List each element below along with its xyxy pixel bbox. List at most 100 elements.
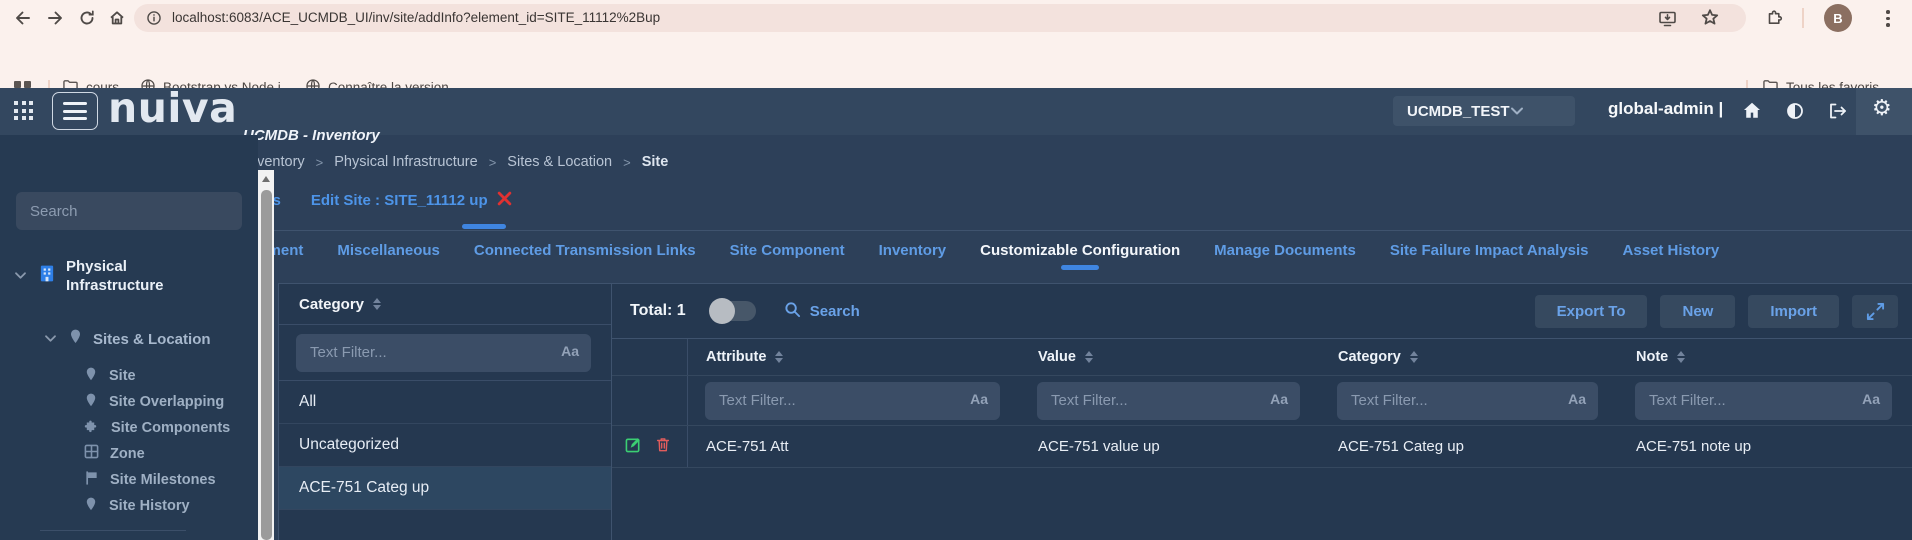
scrollbar-up-arrow[interactable] [258,170,274,187]
screen: localhost:6083/ACE_UCMDB_UI/inv/site/add… [0,0,1912,540]
category-item-ace751[interactable]: ACE-751 Categ up [279,467,611,510]
logout-icon[interactable] [1828,102,1847,125]
tab-manage-documents[interactable]: Manage Documents [1214,242,1356,259]
case-sensitive-toggle[interactable]: Aa [1862,391,1880,407]
edit-icon[interactable] [625,436,642,457]
category-filter-input[interactable] [296,334,591,372]
row-actions [612,426,688,467]
breadcrumb-sites-location[interactable]: Sites & Location [507,154,612,170]
sidebar-item-site[interactable]: Site [84,363,136,389]
category-column-filter-input[interactable] [1337,382,1598,420]
delete-icon[interactable] [655,436,671,457]
sidebar-item-site-overlapping[interactable]: Site Overlapping [84,389,224,415]
breadcrumb-separator: > [623,155,631,170]
settings-strip: ⚙ [1856,88,1912,135]
environment-selector[interactable]: UCMDB_TEST [1393,96,1575,126]
sidebar-item-site-history[interactable]: Site History [84,493,190,519]
reload-icon[interactable] [78,9,96,27]
column-label: Category [1338,349,1401,365]
scrollbar-thumb[interactable] [261,190,272,540]
sort-icon[interactable] [1085,351,1093,363]
sidebar-search-input[interactable] [16,192,242,230]
tab-customizable-configuration[interactable]: Customizable Configuration [980,242,1180,259]
column-header-attribute[interactable]: Attribute [688,349,1020,365]
bookmark-star-icon[interactable] [1700,8,1720,28]
case-sensitive-toggle[interactable]: Aa [561,343,579,359]
user-separator: | [1719,99,1724,118]
address-bar[interactable]: localhost:6083/ACE_UCMDB_UI/inv/site/add… [134,4,1746,32]
sidebar-item-physical-infrastructure[interactable]: Physical Infrastructure [14,257,216,295]
back-icon[interactable] [14,9,32,27]
tab-site-failure-impact-analysis[interactable]: Site Failure Impact Analysis [1390,242,1589,259]
install-app-icon[interactable] [1658,9,1677,28]
column-header-category[interactable]: Category [1320,349,1618,365]
sidebar-item-site-components[interactable]: Site Components [84,415,230,441]
category-panel-header[interactable]: Category [279,284,611,325]
close-icon[interactable] [497,191,512,210]
sidebar-item-label: Site Overlapping [109,394,224,410]
table-header-row: Attribute Value Category Note [612,338,1912,376]
expand-button[interactable] [1852,295,1898,328]
user-name: global-admin [1608,99,1714,118]
case-sensitive-toggle[interactable]: Aa [1270,391,1288,407]
gear-icon[interactable]: ⚙ [1872,96,1892,121]
sidebar-item-zone[interactable]: Zone [84,441,145,467]
sidebar-item-site-milestones[interactable]: Site Milestones [84,467,216,493]
browser-chrome: localhost:6083/ACE_UCMDB_UI/inv/site/add… [0,0,1912,88]
tab-site-component[interactable]: Site Component [730,242,845,259]
contrast-icon[interactable] [1786,102,1804,125]
breadcrumb-site: Site [642,154,669,170]
actions-column-header [612,339,688,375]
sort-icon[interactable] [1410,351,1418,363]
case-sensitive-toggle[interactable]: Aa [1568,391,1586,407]
column-header-value[interactable]: Value [1020,349,1320,365]
home-icon[interactable] [1742,101,1762,125]
import-button[interactable]: Import [1748,295,1839,328]
column-label: Attribute [706,349,766,365]
column-header-note[interactable]: Note [1618,349,1912,365]
browser-toolbar: localhost:6083/ACE_UCMDB_UI/inv/site/add… [0,0,1912,36]
sort-icon[interactable] [1677,351,1685,363]
browser-home-icon[interactable] [108,9,126,27]
tab-connected-transmission-links[interactable]: Connected Transmission Links [474,242,696,259]
category-item-all[interactable]: All [279,381,611,424]
tab-inventory[interactable]: Inventory [879,242,947,259]
vertical-scrollbar[interactable] [258,170,274,540]
column-label: Value [1038,349,1076,365]
table-search[interactable]: Search [784,301,860,322]
tab-edit-site[interactable]: Edit Site : SITE_11112 up [311,191,512,210]
menu-toggle-button[interactable] [52,92,98,130]
tab-asset-history[interactable]: Asset History [1623,242,1720,259]
value-filter-input[interactable] [1037,382,1300,420]
sort-icon[interactable] [775,351,783,363]
chevron-down-icon[interactable] [44,330,57,348]
forward-icon[interactable] [46,9,64,27]
puzzle-icon [84,418,100,439]
case-sensitive-toggle[interactable]: Aa [970,391,988,407]
app-grid-icon[interactable] [14,101,33,120]
category-item-uncategorized[interactable]: Uncategorized [279,424,611,467]
sort-icon[interactable] [373,298,381,310]
map-pin-icon [84,366,98,387]
extensions-icon[interactable] [1766,8,1786,28]
export-to-button[interactable]: Export To [1535,295,1648,328]
filter-toggle[interactable] [712,301,756,321]
browser-menu-icon[interactable] [1886,10,1890,27]
chevron-down-icon[interactable] [14,267,27,285]
tab-miscellaneous[interactable]: Miscellaneous [337,242,440,259]
sidebar-item-sites-location[interactable]: Sites & Location [44,328,211,350]
site-info-icon[interactable] [146,10,162,26]
url-text[interactable]: localhost:6083/ACE_UCMDB_UI/inv/site/add… [172,10,660,25]
map-pin-icon [68,328,83,350]
search-icon [784,301,801,322]
new-button[interactable]: New [1660,295,1735,328]
profile-avatar[interactable]: B [1824,4,1852,32]
category-column-title: Category [299,296,364,313]
table-row[interactable]: ACE-751 Att ACE-751 value up ACE-751 Cat… [612,426,1912,468]
user-label: global-admin | [1608,99,1723,119]
note-filter-input[interactable] [1635,382,1892,420]
chevron-down-icon [1510,103,1563,120]
attribute-filter-input[interactable] [705,382,1000,420]
breadcrumb-physical-infrastructure[interactable]: Physical Infrastructure [334,154,477,170]
toggle-knob[interactable] [709,298,735,324]
